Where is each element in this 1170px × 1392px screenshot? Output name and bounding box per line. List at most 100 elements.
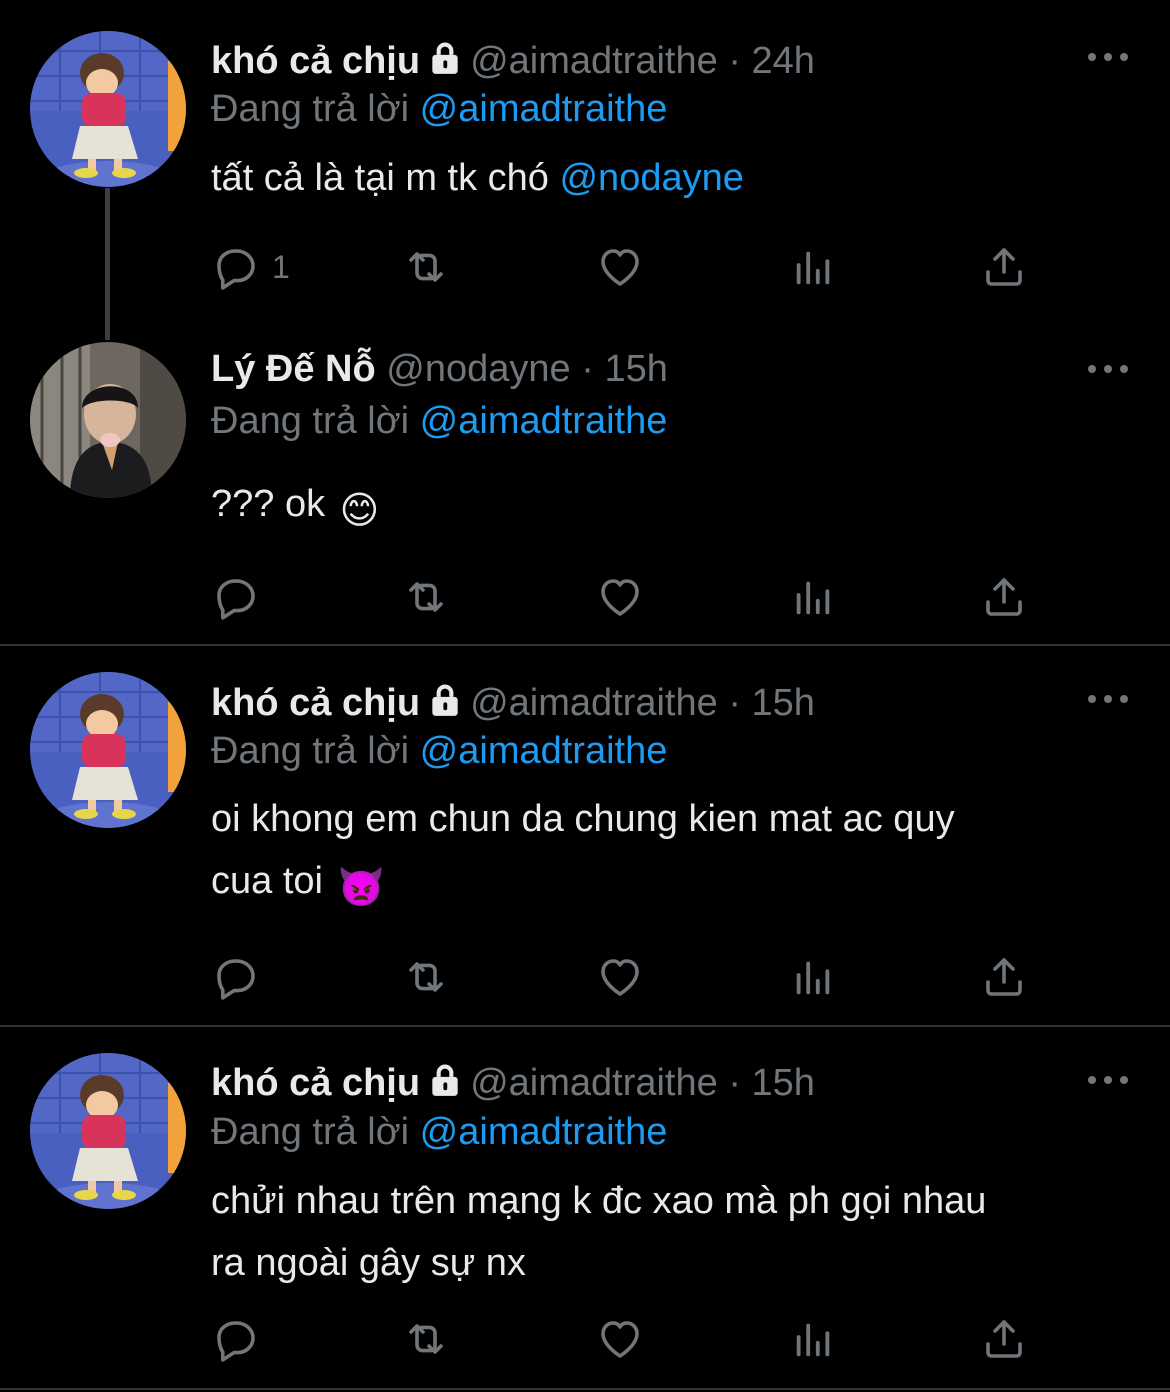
display-name[interactable]: khó cả chịu <box>211 40 420 82</box>
lock-icon <box>426 681 464 729</box>
more-options-icon[interactable] <box>1086 1070 1130 1090</box>
retweet-icon <box>402 953 450 1001</box>
share-button[interactable] <box>980 572 1028 622</box>
reply-button[interactable]: 1 <box>212 242 290 292</box>
avatar-image <box>30 31 186 187</box>
timestamp[interactable]: 15h <box>752 1062 815 1104</box>
tweet-text: oi khong em chun da chung kien mat ac qu… <box>211 788 1141 919</box>
views-button[interactable] <box>790 952 836 1002</box>
user-handle[interactable]: @nodayne <box>386 348 570 390</box>
replying-prefix: Đang trả lời <box>211 1111 410 1153</box>
reply-button[interactable] <box>212 572 260 622</box>
replying-to-mention[interactable]: @aimadtraithe <box>420 400 668 442</box>
retweet-button[interactable] <box>402 572 450 622</box>
tweet-header: khó cả chịu @aimadtraithe · 15h <box>211 1061 815 1109</box>
separator-dot: · <box>728 1062 741 1104</box>
timestamp[interactable]: 24h <box>752 40 815 82</box>
like-button[interactable] <box>596 572 644 622</box>
tweet-text-line: oi khong em chun da chung kien mat ac qu… <box>211 798 955 840</box>
avatar-image <box>30 1053 186 1209</box>
tweet-text: ??? ok 😊 <box>211 473 1141 542</box>
like-button[interactable] <box>596 952 644 1002</box>
tweet-header: khó cả chịu @aimadtraithe · 24h <box>211 39 815 87</box>
share-icon <box>980 573 1028 621</box>
action-bar <box>212 952 1032 1002</box>
retweet-button[interactable] <box>402 952 450 1002</box>
tweet-divider <box>0 1388 1170 1390</box>
retweet-icon <box>402 243 450 291</box>
user-handle[interactable]: @aimadtraithe <box>470 40 718 82</box>
tweet-divider <box>0 644 1170 646</box>
avatar[interactable] <box>30 342 186 498</box>
lock-icon <box>426 39 464 87</box>
tweet-text-line-content: cua toi <box>211 860 323 902</box>
replying-to: Đang trả lời @aimadtraithe <box>211 399 667 443</box>
reply-button[interactable] <box>212 952 260 1002</box>
avatar-image <box>30 342 186 498</box>
retweet-icon <box>402 1315 450 1363</box>
retweet-button[interactable] <box>402 1314 450 1364</box>
views-button[interactable] <box>790 1314 836 1364</box>
more-options-icon[interactable] <box>1086 689 1130 709</box>
replying-prefix: Đang trả lời <box>211 400 410 442</box>
devil-emoji: 👿 <box>337 867 385 909</box>
avatar-image <box>30 672 186 828</box>
share-button[interactable] <box>980 1314 1028 1364</box>
replying-to: Đang trả lời @aimadtraithe <box>211 729 667 773</box>
tweet-text-line: chửi nhau trên mạng k đc xao mà ph gọi n… <box>211 1180 987 1222</box>
heart-icon <box>596 243 644 291</box>
share-icon <box>980 953 1028 1001</box>
avatar[interactable] <box>30 1053 186 1209</box>
separator-dot: · <box>728 40 741 82</box>
like-button[interactable] <box>596 1314 644 1364</box>
heart-icon <box>596 573 644 621</box>
tweet-text-body: tất cả là tại m tk chó <box>211 157 549 199</box>
timestamp[interactable]: 15h <box>604 348 667 390</box>
more-options-icon[interactable] <box>1086 47 1130 67</box>
analytics-icon <box>790 244 836 290</box>
action-bar <box>212 572 1032 622</box>
action-bar: 1 <box>212 242 1032 292</box>
separator-dot: · <box>581 348 594 390</box>
share-icon <box>980 243 1028 291</box>
action-bar <box>212 1314 1032 1364</box>
heart-icon <box>596 1315 644 1363</box>
tweet-text: tất cả là tại m tk chó @nodayne <box>211 147 1141 209</box>
replying-to-mention[interactable]: @aimadtraithe <box>420 88 668 130</box>
share-button[interactable] <box>980 952 1028 1002</box>
share-icon <box>980 1315 1028 1363</box>
reply-icon <box>212 243 260 291</box>
reply-icon <box>212 1315 260 1363</box>
retweet-icon <box>402 573 450 621</box>
reply-icon <box>212 953 260 1001</box>
tweet-text: chửi nhau trên mạng k đc xao mà ph gọi n… <box>211 1170 1141 1294</box>
retweet-button[interactable] <box>402 242 450 292</box>
tweet-header: khó cả chịu @aimadtraithe · 15h <box>211 681 815 729</box>
display-name[interactable]: khó cả chịu <box>211 682 420 724</box>
user-handle[interactable]: @aimadtraithe <box>470 682 718 724</box>
like-button[interactable] <box>596 242 644 292</box>
tweet-header: Lý Đế Nỗ @nodayne · 15h <box>211 347 668 391</box>
analytics-icon <box>790 1316 836 1362</box>
thread-connector <box>105 188 110 340</box>
views-button[interactable] <box>790 572 836 622</box>
display-name[interactable]: khó cả chịu <box>211 1062 420 1104</box>
more-options-icon[interactable] <box>1086 359 1130 379</box>
avatar[interactable] <box>30 672 186 828</box>
user-handle[interactable]: @aimadtraithe <box>470 1062 718 1104</box>
share-button[interactable] <box>980 242 1028 292</box>
views-button[interactable] <box>790 242 836 292</box>
tweet-text-body: ??? ok <box>211 483 326 525</box>
reply-count: 1 <box>272 248 290 285</box>
tweet-divider <box>0 1025 1170 1027</box>
tweet-mention[interactable]: @nodayne <box>559 157 743 199</box>
replying-prefix: Đang trả lời <box>211 88 410 130</box>
analytics-icon <box>790 574 836 620</box>
timestamp[interactable]: 15h <box>752 682 815 724</box>
replying-to-mention[interactable]: @aimadtraithe <box>420 1111 668 1153</box>
reply-button[interactable] <box>212 1314 260 1364</box>
display-name[interactable]: Lý Đế Nỗ <box>211 348 376 390</box>
replying-to-mention[interactable]: @aimadtraithe <box>420 730 668 772</box>
avatar[interactable] <box>30 31 186 187</box>
tweet-text-line-2: cua toi 👿 <box>211 850 1141 919</box>
